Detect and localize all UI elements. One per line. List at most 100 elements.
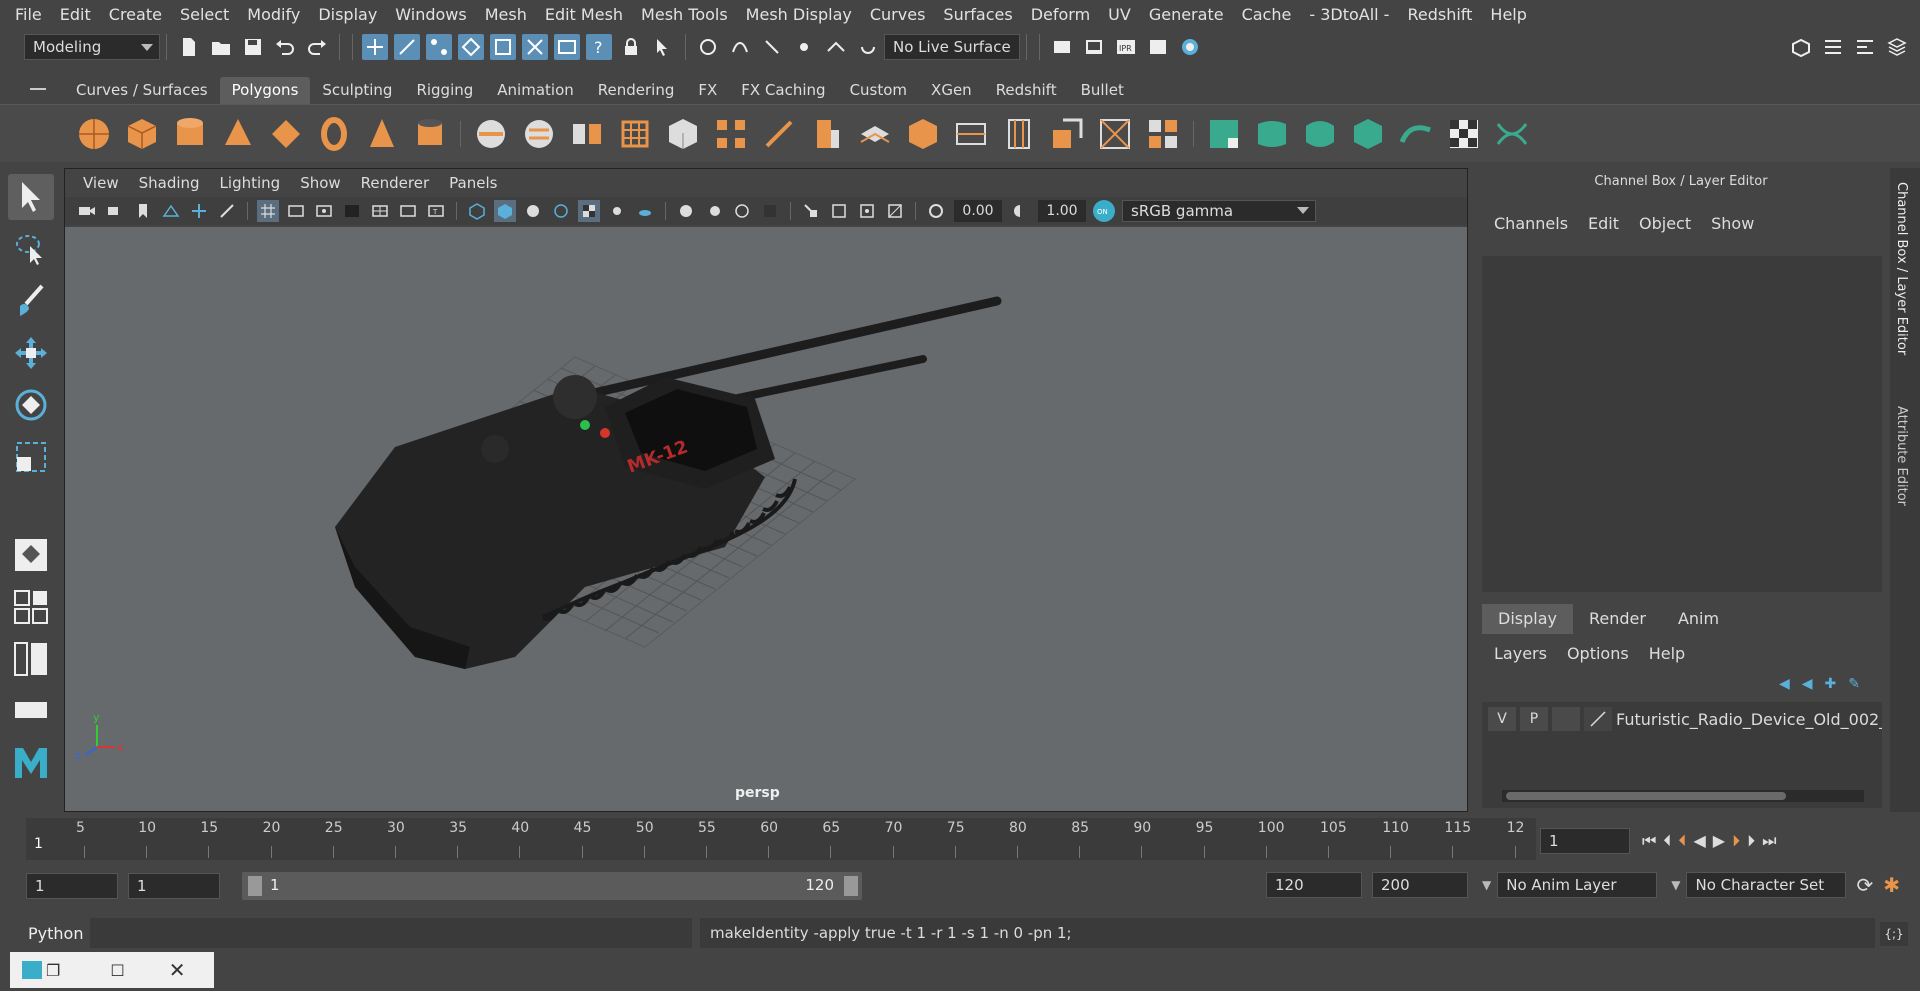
menu-mesh[interactable]: Mesh	[476, 5, 536, 24]
shelf-tab-fx-caching[interactable]: FX Caching	[729, 77, 837, 104]
redo-icon[interactable]	[304, 34, 330, 60]
bevel-icon[interactable]	[664, 114, 702, 154]
shelf-tab-rigging[interactable]: Rigging	[404, 77, 485, 104]
anim-layer-dropdown[interactable]: No Anim Layer	[1497, 872, 1658, 898]
poly-torus-icon[interactable]	[315, 114, 353, 154]
playback-end-field[interactable]: 120	[1266, 872, 1362, 898]
menu-mesh-tools[interactable]: Mesh Tools	[632, 5, 737, 24]
viewport-menu-shading[interactable]: Shading	[129, 174, 210, 192]
wireframe-icon[interactable]	[466, 200, 488, 222]
insert-edge-loop-icon[interactable]	[952, 114, 990, 154]
paint-select-tool[interactable]	[8, 278, 54, 324]
camera-attributes-icon[interactable]	[76, 200, 98, 222]
four-view-layout-icon[interactable]	[8, 584, 54, 630]
uv-unfold-icon[interactable]	[1397, 114, 1435, 154]
ambient-occlusion-icon[interactable]	[675, 200, 697, 222]
play-backwards-icon[interactable]: ◀	[1693, 831, 1712, 850]
shelf-tab-curves-surfaces[interactable]: Curves / Surfaces	[64, 77, 220, 104]
xray-icon[interactable]	[828, 200, 850, 222]
attribute-editor-toggle-icon[interactable]	[1820, 34, 1846, 60]
menu-redshift[interactable]: Redshift	[1398, 5, 1481, 24]
move-tool[interactable]	[8, 330, 54, 376]
viewport-menu-panels[interactable]: Panels	[439, 174, 507, 192]
range-slider[interactable]: 1 120	[242, 872, 862, 900]
menu-file[interactable]: File	[6, 5, 51, 24]
end-time-field[interactable]: 200	[1372, 872, 1468, 898]
render-settings-icon[interactable]	[1049, 34, 1075, 60]
live-surface-field[interactable]: No Live Surface	[884, 34, 1020, 60]
step-back-key-icon[interactable]: ⏴	[1678, 831, 1693, 850]
step-forward-key-icon[interactable]: ⏵	[1732, 831, 1747, 850]
camera-select-icon[interactable]	[104, 200, 126, 222]
play-forwards-icon[interactable]: ▶	[1713, 831, 1732, 850]
shelf-tab-bullet[interactable]: Bullet	[1069, 77, 1136, 104]
vtab-channel-box[interactable]: Channel Box / Layer Editor	[1894, 182, 1909, 355]
motion-blur-icon[interactable]	[703, 200, 725, 222]
shelf-tab-xgen[interactable]: XGen	[919, 77, 984, 104]
move-layer-down-icon[interactable]: ◀	[1802, 676, 1813, 692]
uv-planar-icon[interactable]	[1205, 114, 1243, 154]
channel-box-menu-channels[interactable]: Channels	[1484, 214, 1578, 233]
poly-cylinder-icon[interactable]	[171, 114, 209, 154]
layer-menu-help[interactable]: Help	[1639, 644, 1695, 663]
safe-title-icon[interactable]: T	[425, 200, 447, 222]
menu-select[interactable]: Select	[171, 5, 238, 24]
append-polygon-icon[interactable]	[856, 114, 894, 154]
xray-components-icon[interactable]	[884, 200, 906, 222]
single-perspective-layout-icon[interactable]	[8, 532, 54, 578]
layer-color-swatch[interactable]	[1584, 707, 1612, 731]
separate-icon[interactable]	[520, 114, 558, 154]
layer-tab-render[interactable]: Render	[1573, 604, 1662, 634]
shelf-tab-redshift[interactable]: Redshift	[984, 77, 1069, 104]
make-live-icon[interactable]	[855, 34, 881, 60]
restore-window-icon[interactable]: ❐	[46, 961, 60, 980]
outliner-layout-icon[interactable]	[8, 636, 54, 682]
viewport-menu-renderer[interactable]: Renderer	[351, 174, 439, 192]
select-hierarchy-icon[interactable]	[362, 34, 388, 60]
poly-pipe-icon[interactable]	[411, 114, 449, 154]
render-frame-icon[interactable]	[1081, 34, 1107, 60]
tool-settings-toggle-icon[interactable]	[1852, 34, 1878, 60]
menu-edit-mesh[interactable]: Edit Mesh	[536, 5, 632, 24]
menu-curves[interactable]: Curves	[861, 5, 935, 24]
snap-curve-icon[interactable]	[490, 34, 516, 60]
wireframe-on-shaded-icon[interactable]	[550, 200, 572, 222]
shelf-tab-rendering[interactable]: Rendering	[586, 77, 687, 104]
ipr-render-icon[interactable]: IPR	[1113, 34, 1139, 60]
move-layer-up-icon[interactable]: ◀	[1779, 676, 1790, 692]
layer-row[interactable]: V P Futuristic_Radio_Device_Old_002_laye…	[1482, 704, 1882, 734]
snap-view-icon[interactable]	[791, 34, 817, 60]
help-icon[interactable]: ?	[586, 34, 612, 60]
graph-layout-icon[interactable]	[8, 688, 54, 734]
snap-magnet-icon[interactable]	[695, 34, 721, 60]
multi-cut-icon[interactable]	[760, 114, 798, 154]
shelf-tab-custom[interactable]: Custom	[838, 77, 919, 104]
vtab-attribute-editor[interactable]: Attribute Editor	[1894, 406, 1909, 506]
snap-point-magnet-icon[interactable]	[759, 34, 785, 60]
uv-checker-icon[interactable]	[1445, 114, 1483, 154]
lasso-tool[interactable]	[8, 226, 54, 272]
save-scene-icon[interactable]	[240, 34, 266, 60]
exposure-icon[interactable]	[925, 200, 947, 222]
resolution-gate-icon[interactable]	[313, 200, 335, 222]
film-gate-icon[interactable]	[285, 200, 307, 222]
offset-edge-loop-icon[interactable]	[1000, 114, 1038, 154]
character-set-dropdown[interactable]: No Character Set	[1686, 872, 1847, 898]
uv-automatic-icon[interactable]	[1349, 114, 1387, 154]
safe-action-icon[interactable]	[397, 200, 419, 222]
snap-point-icon[interactable]	[522, 34, 548, 60]
poly-pyramid-icon[interactable]	[363, 114, 401, 154]
layer-display-type-toggle[interactable]	[1552, 707, 1580, 731]
grease-pencil-icon[interactable]	[216, 200, 238, 222]
select-tool[interactable]	[8, 174, 54, 220]
script-editor-icon[interactable]: {;}	[1880, 922, 1908, 946]
render-setup-icon[interactable]	[1145, 34, 1171, 60]
extrude-icon[interactable]	[808, 114, 846, 154]
open-scene-icon[interactable]	[208, 34, 234, 60]
viewport-menu-view[interactable]: View	[73, 174, 129, 192]
2d-pan-zoom-icon[interactable]	[188, 200, 210, 222]
hypershade-icon[interactable]	[1177, 34, 1203, 60]
anti-aliasing-icon[interactable]	[731, 200, 753, 222]
perspective-viewport[interactable]: MK-12 y x z persp	[65, 227, 1467, 811]
layer-list-scroll-thumb[interactable]	[1506, 792, 1786, 800]
